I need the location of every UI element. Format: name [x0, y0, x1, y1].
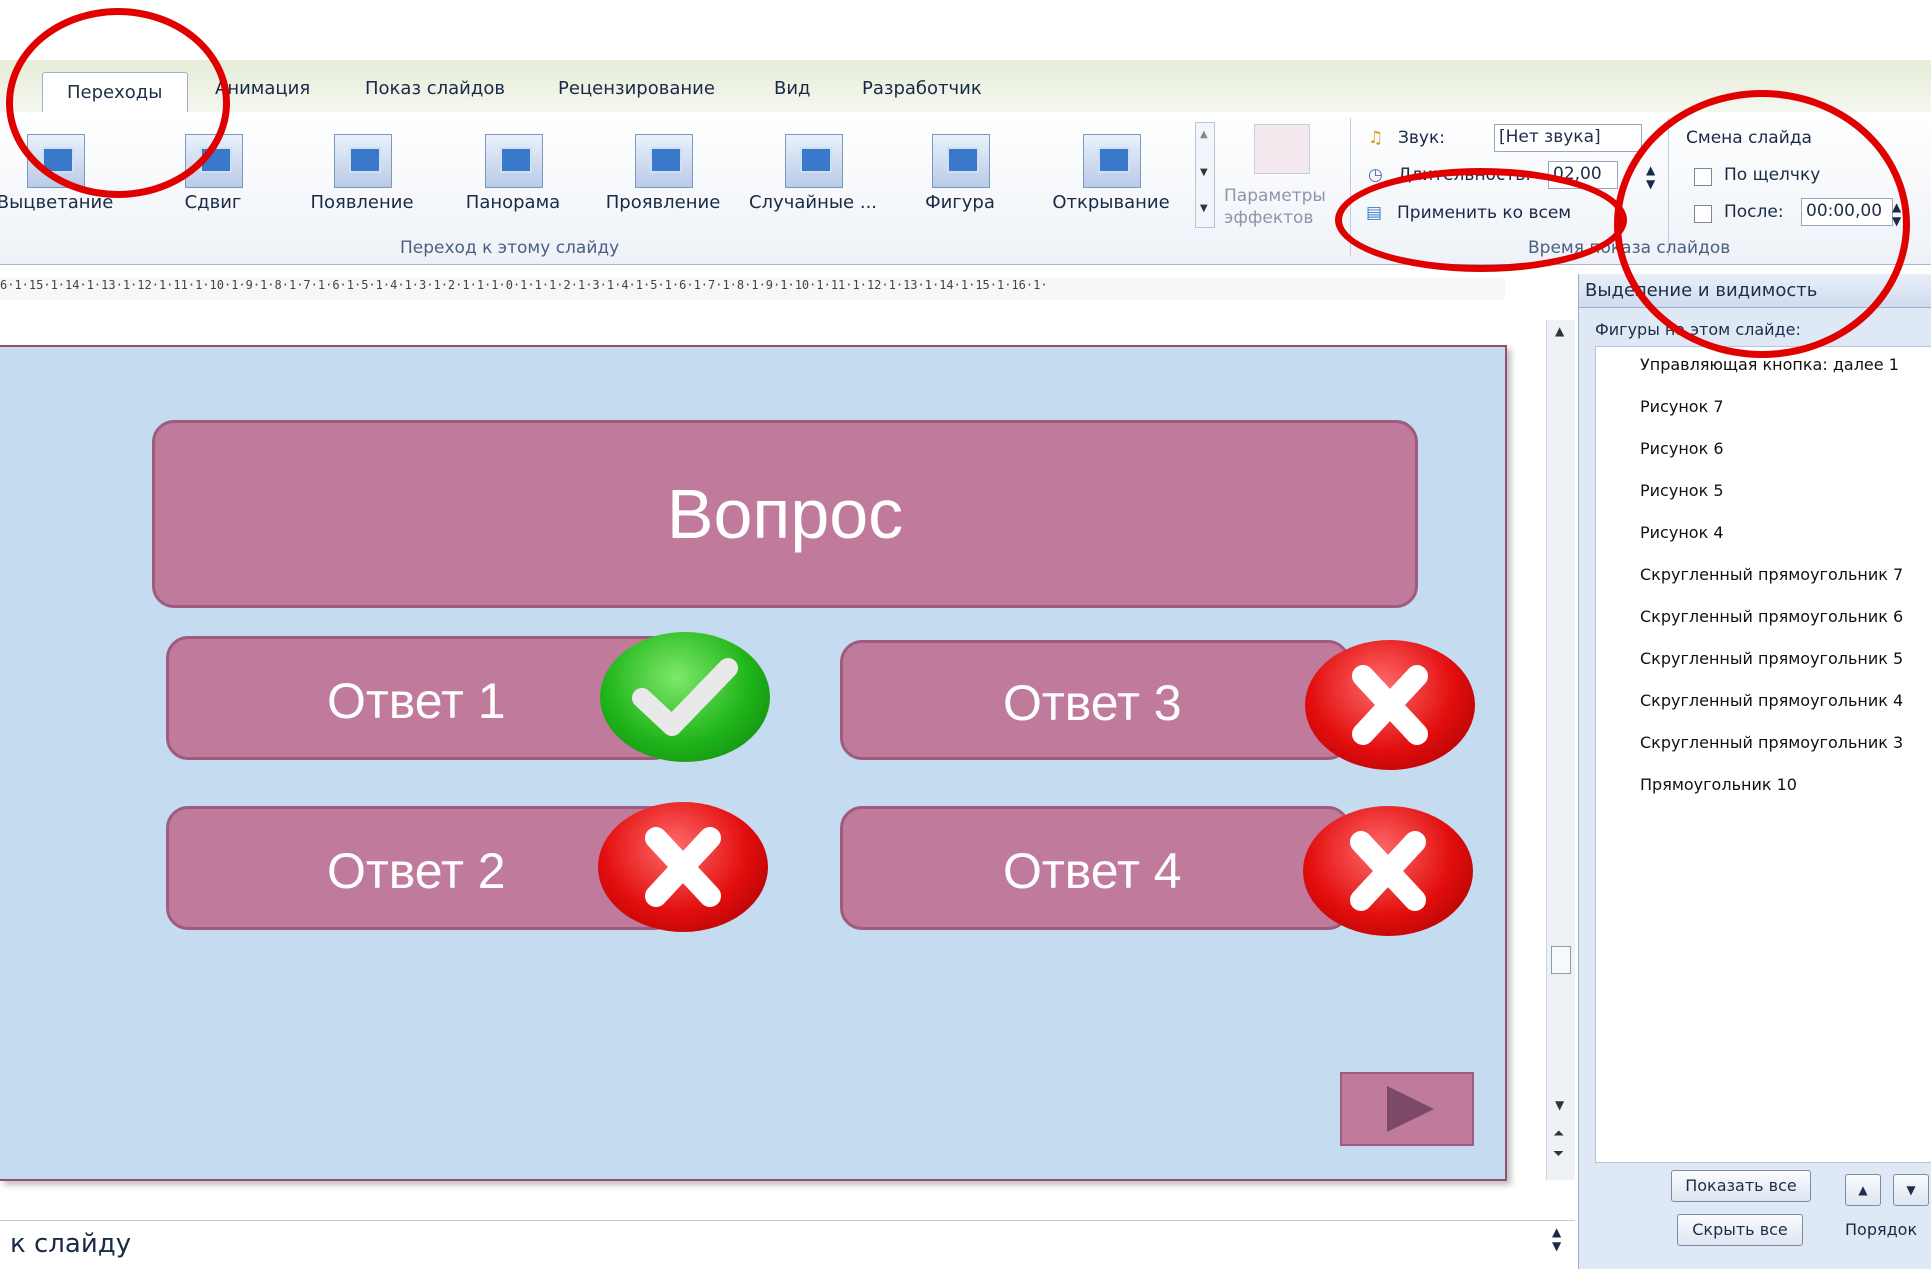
scroll-down-icon[interactable]: ▼	[1555, 1098, 1564, 1112]
effect-options-line2[interactable]: эффектов	[1224, 208, 1313, 228]
notes-scroll-icon[interactable]: ▲ ▼	[1552, 1225, 1561, 1253]
list-item[interactable]: Рисунок 6	[1640, 439, 1724, 458]
transition-uncover-button[interactable]: Открывание	[1041, 130, 1181, 225]
scroll-up-icon[interactable]: ▲	[1555, 324, 1564, 338]
annotation-circle-transitions-tab	[6, 8, 230, 198]
gallery-label: Панорама	[465, 192, 561, 213]
gallery-label: Открывание	[1052, 192, 1170, 213]
list-item[interactable]: Рисунок 5	[1640, 481, 1724, 500]
tab-developer[interactable]: Разработчик	[862, 78, 982, 99]
list-item[interactable]: Прямоугольник 10	[1640, 775, 1797, 794]
gallery-label: Случайные ...	[748, 192, 878, 213]
shapes-list: Управляющая кнопка: далее 1 Рисунок 7 Ри…	[1595, 346, 1931, 1163]
gallery-label: Проявление	[605, 192, 721, 213]
notes-area[interactable]: к слайду ▲ ▼	[0, 1220, 1575, 1270]
tab-review[interactable]: Рецензирование	[558, 78, 715, 99]
reveal-transition-icon	[635, 134, 693, 188]
sound-dropdown[interactable]: [Нет звука]	[1494, 124, 1642, 152]
cross-icon[interactable]	[598, 802, 768, 932]
move-down-button[interactable]: ▼	[1893, 1174, 1929, 1206]
cross-icon[interactable]	[1305, 640, 1475, 770]
annotation-circle-apply-all	[1335, 168, 1627, 272]
checkmark-icon[interactable]	[600, 632, 770, 762]
list-item[interactable]: Скругленный прямоугольник 3	[1640, 733, 1903, 752]
list-item[interactable]: Скругленный прямоугольник 7	[1640, 565, 1903, 584]
transition-shape-button[interactable]: Фигура	[890, 130, 1030, 225]
hide-all-button[interactable]: Скрыть все	[1677, 1214, 1803, 1246]
gallery-label: Фигура	[925, 192, 995, 213]
gallery-scroll[interactable]: ▲ ▼ ▼	[1195, 122, 1215, 228]
list-item[interactable]: Скругленный прямоугольник 6	[1640, 607, 1903, 626]
pan-transition-icon	[485, 134, 543, 188]
gallery-label: Сдвиг	[184, 192, 242, 213]
list-item[interactable]: Скругленный прямоугольник 5	[1640, 649, 1903, 668]
transition-random-bars-button[interactable]: Случайные ...	[743, 130, 883, 225]
cross-icon[interactable]	[1303, 806, 1473, 936]
answer-4-button[interactable]: Ответ 4	[840, 806, 1350, 930]
effect-options-icon	[1254, 124, 1310, 174]
appear-transition-icon	[334, 134, 392, 188]
transition-appear-button[interactable]: Появление	[292, 130, 432, 225]
question-box[interactable]: Вопрос	[152, 420, 1418, 608]
scroll-up-icon: ▲	[1200, 129, 1208, 140]
gallery-label: Появление	[310, 192, 414, 213]
random-bars-transition-icon	[785, 134, 843, 188]
order-label: Порядок	[1845, 1220, 1918, 1239]
list-item[interactable]: Рисунок 7	[1640, 397, 1724, 416]
answer-3-button[interactable]: Ответ 3	[840, 640, 1350, 760]
notes-text: к слайду	[10, 1229, 132, 1259]
transition-pan-button[interactable]: Панорама	[443, 130, 583, 225]
shape-transition-icon	[932, 134, 990, 188]
list-item[interactable]: Скругленный прямоугольник 4	[1640, 691, 1903, 710]
next-action-button[interactable]	[1340, 1072, 1474, 1146]
sound-icon: ♫	[1368, 128, 1384, 148]
uncover-transition-icon	[1083, 134, 1141, 188]
scroll-down-icon: ▼	[1200, 167, 1208, 178]
show-all-button[interactable]: Показать все	[1671, 1170, 1811, 1202]
selection-pane: Выделение и видимость Фигуры на этом сла…	[1578, 274, 1931, 1269]
group-label-transition: Переход к этому слайду	[400, 238, 620, 258]
annotation-circle-advance-slide	[1614, 90, 1910, 358]
gallery-more-icon: ▼	[1200, 203, 1208, 214]
next-slide-icon[interactable]: ⏷	[1553, 1146, 1564, 1162]
list-item[interactable]: Управляющая кнопка: далее 1	[1640, 355, 1899, 374]
slide-vertical-scrollbar[interactable]: ▲ ▼ ⏶ ⏷	[1546, 320, 1575, 1180]
move-up-button[interactable]: ▲	[1845, 1174, 1881, 1206]
previous-slide-icon[interactable]: ⏶	[1553, 1126, 1564, 1142]
tab-view[interactable]: Вид	[774, 78, 811, 99]
effect-options-line1[interactable]: Параметры	[1224, 186, 1326, 206]
tab-slide-show[interactable]: Показ слайдов	[365, 78, 505, 99]
sound-label: Звук:	[1398, 128, 1445, 148]
scroll-thumb[interactable]	[1551, 946, 1571, 974]
horizontal-ruler: 6·1·15·1·14·1·13·1·12·1·11·1·10·1·9·1·8·…	[0, 278, 1505, 301]
list-item[interactable]: Рисунок 4	[1640, 523, 1724, 542]
transition-reveal-button[interactable]: Проявление	[593, 130, 733, 225]
